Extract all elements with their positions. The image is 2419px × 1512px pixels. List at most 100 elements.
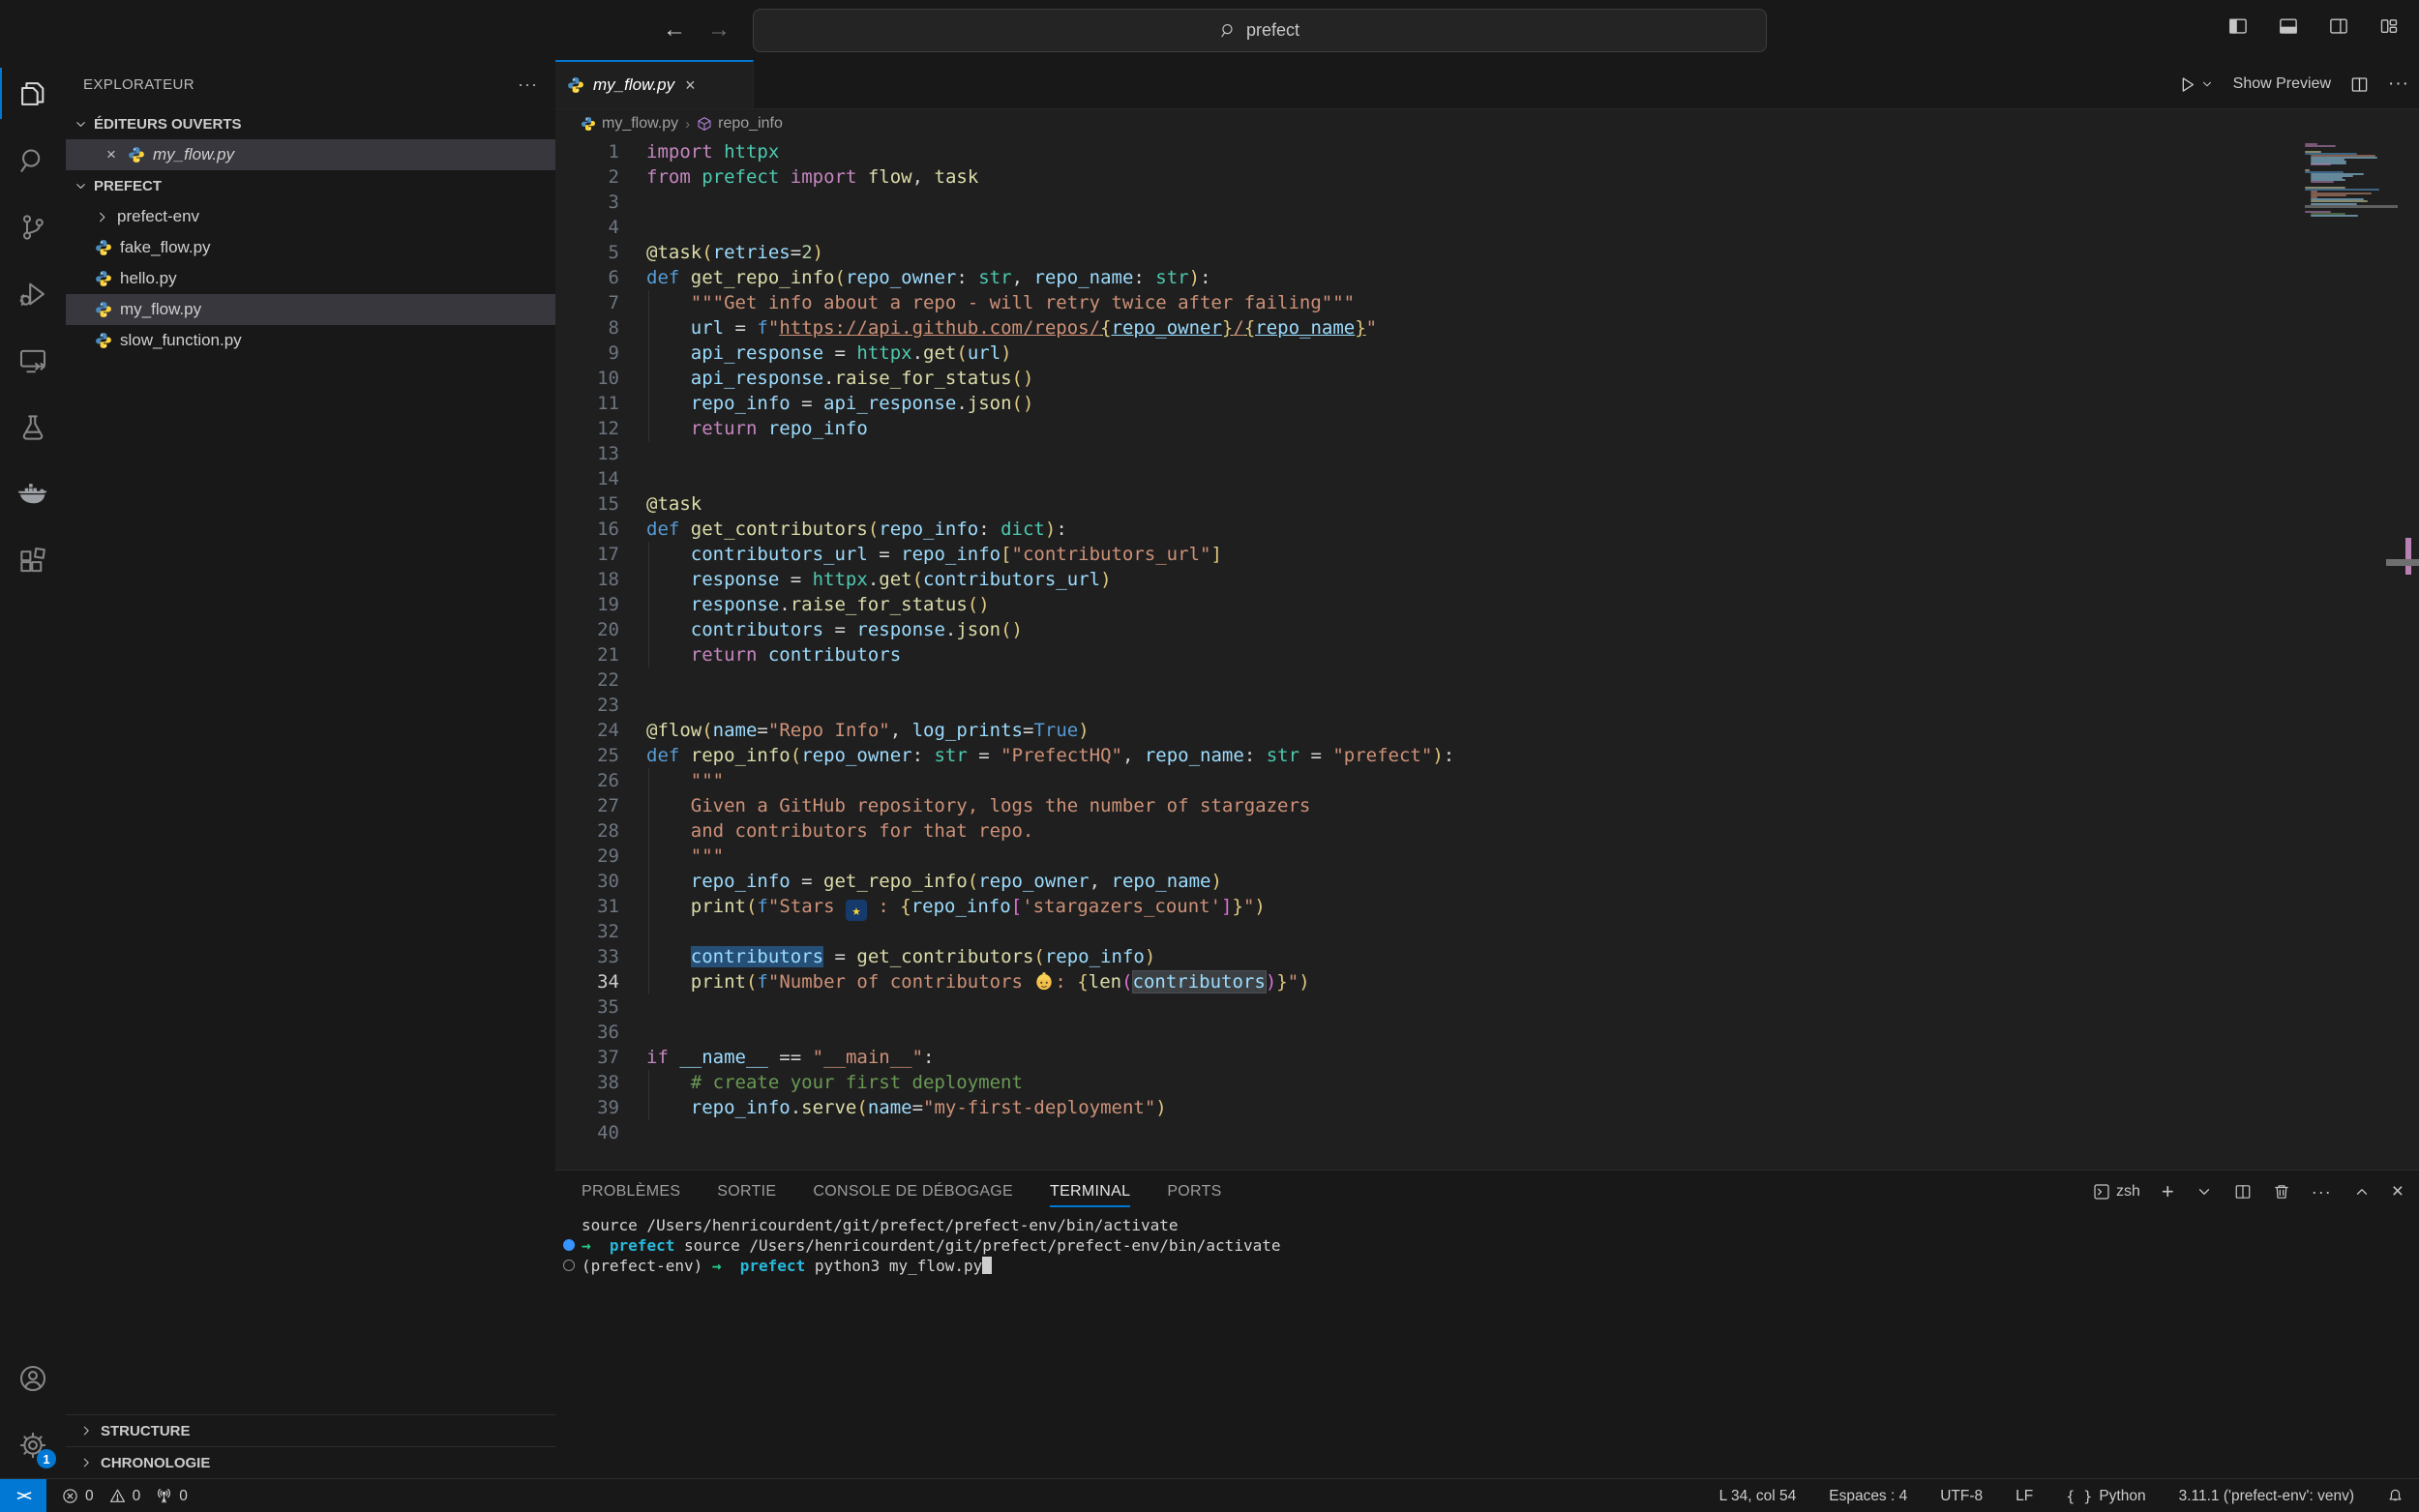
status-warn[interactable]: 0 xyxy=(109,1488,141,1505)
line-number[interactable]: 30 xyxy=(555,869,619,894)
line-number[interactable]: 18 xyxy=(555,567,619,592)
code-editor[interactable]: 1import httpx2from prefect import flow, … xyxy=(555,139,2419,1170)
line-number[interactable]: 17 xyxy=(555,542,619,567)
line-number[interactable]: 6 xyxy=(555,265,619,290)
tab-my_flow[interactable]: my_flow.py × xyxy=(555,60,754,108)
line-number[interactable]: 34 xyxy=(555,969,619,994)
panel-tab-sortie[interactable]: SORTIE xyxy=(717,1171,776,1213)
code-line-20[interactable]: 20 contributors = response.json() xyxy=(555,617,2419,642)
activity-search-icon[interactable] xyxy=(0,127,66,193)
kill-terminal-icon[interactable] xyxy=(2273,1183,2290,1201)
sidebar-more-icon[interactable]: ··· xyxy=(518,74,538,95)
line-number[interactable]: 23 xyxy=(555,693,619,718)
command-decoration[interactable] xyxy=(563,1260,575,1271)
line-number[interactable]: 38 xyxy=(555,1070,619,1095)
line-number[interactable]: 22 xyxy=(555,667,619,693)
line-number[interactable]: 39 xyxy=(555,1095,619,1120)
section-open-editors[interactable]: ÉDITEURS OUVERTS xyxy=(66,108,555,139)
section-project-prefect[interactable]: PREFECT xyxy=(66,170,555,201)
toggle-primary-sidebar-icon[interactable] xyxy=(2225,14,2251,39)
toggle-panel-icon[interactable] xyxy=(2276,14,2301,39)
code-line-25[interactable]: 25def repo_info(repo_owner: str = "Prefe… xyxy=(555,743,2419,768)
line-number[interactable]: 31 xyxy=(555,894,619,919)
panel-tab-terminal[interactable]: TERMINAL xyxy=(1050,1171,1130,1213)
remote-indicator[interactable]: >< xyxy=(0,1479,46,1512)
run-button[interactable] xyxy=(2178,75,2214,94)
line-number[interactable]: 7 xyxy=(555,290,619,315)
status-bell[interactable] xyxy=(2387,1488,2404,1504)
activity-source-control-icon[interactable] xyxy=(0,193,66,260)
activity-settings-icon[interactable]: 1 xyxy=(0,1411,66,1478)
section-chronologie[interactable]: CHRONOLOGIE xyxy=(66,1446,555,1478)
line-number[interactable]: 37 xyxy=(555,1045,619,1070)
line-number[interactable]: 33 xyxy=(555,944,619,969)
code-line-39[interactable]: 39 repo_info.serve(name="my-first-deploy… xyxy=(555,1095,2419,1120)
code-line-12[interactable]: 12 return repo_info xyxy=(555,416,2419,441)
status-espaces-4[interactable]: Espaces : 4 xyxy=(1829,1488,1907,1505)
customize-layout-icon[interactable] xyxy=(2376,14,2402,39)
tab-close-icon[interactable]: × xyxy=(685,75,696,96)
breadcrumb-repo_info[interactable]: repo_info xyxy=(697,115,783,133)
breadcrumb-my_flow.py[interactable]: my_flow.py xyxy=(581,115,678,133)
file-prefect-env[interactable]: prefect-env xyxy=(66,201,555,232)
code-line-21[interactable]: 21 return contributors xyxy=(555,642,2419,667)
code-line-7[interactable]: 7 """Get info about a repo - will retry … xyxy=(555,290,2419,315)
status-err[interactable]: 0 xyxy=(62,1488,94,1505)
new-terminal-icon[interactable]: + xyxy=(2162,1179,2174,1204)
code-line-27[interactable]: 27 Given a GitHub repository, logs the n… xyxy=(555,793,2419,818)
line-number[interactable]: 14 xyxy=(555,466,619,491)
code-line-26[interactable]: 26 """ xyxy=(555,768,2419,793)
command-decoration[interactable] xyxy=(563,1239,575,1251)
show-preview-button[interactable]: Show Preview xyxy=(2233,75,2331,93)
activity-account-icon[interactable] xyxy=(0,1345,66,1411)
code-line-29[interactable]: 29 """ xyxy=(555,844,2419,869)
code-line-23[interactable]: 23 xyxy=(555,693,2419,718)
line-number[interactable]: 29 xyxy=(555,844,619,869)
code-line-2[interactable]: 2from prefect import flow, task xyxy=(555,164,2419,190)
more-actions-icon[interactable]: ··· xyxy=(2388,74,2409,95)
line-number[interactable]: 20 xyxy=(555,617,619,642)
line-number[interactable]: 36 xyxy=(555,1020,619,1045)
status-tower[interactable]: 0 xyxy=(156,1488,188,1505)
line-number[interactable]: 9 xyxy=(555,341,619,366)
line-number[interactable]: 13 xyxy=(555,441,619,466)
code-line-37[interactable]: 37if __name__ == "__main__": xyxy=(555,1045,2419,1070)
line-number[interactable]: 4 xyxy=(555,215,619,240)
code-line-11[interactable]: 11 repo_info = api_response.json() xyxy=(555,391,2419,416)
code-line-16[interactable]: 16def get_contributors(repo_info: dict): xyxy=(555,517,2419,542)
code-line-1[interactable]: 1import httpx xyxy=(555,139,2419,164)
status-3-11-1-prefect-env-venv-[interactable]: 3.11.1 ('prefect-env': venv) xyxy=(2179,1488,2354,1505)
code-line-5[interactable]: 5@task(retries=2) xyxy=(555,240,2419,265)
line-number[interactable]: 27 xyxy=(555,793,619,818)
code-line-17[interactable]: 17 contributors_url = repo_info["contrib… xyxy=(555,542,2419,567)
line-number[interactable]: 12 xyxy=(555,416,619,441)
code-line-4[interactable]: 4 xyxy=(555,215,2419,240)
line-number[interactable]: 15 xyxy=(555,491,619,517)
nav-back-icon[interactable]: ← xyxy=(658,14,691,46)
code-line-30[interactable]: 30 repo_info = get_repo_info(repo_owner,… xyxy=(555,869,2419,894)
code-line-6[interactable]: 6def get_repo_info(repo_owner: str, repo… xyxy=(555,265,2419,290)
terminal-more-icon[interactable]: ··· xyxy=(2312,1182,2332,1202)
line-number[interactable]: 11 xyxy=(555,391,619,416)
code-line-28[interactable]: 28 and contributors for that repo. xyxy=(555,818,2419,844)
line-number[interactable]: 21 xyxy=(555,642,619,667)
line-number[interactable]: 25 xyxy=(555,743,619,768)
close-editor-icon[interactable]: × xyxy=(103,145,120,164)
file-fake_flow.py[interactable]: fake_flow.py xyxy=(66,232,555,263)
nav-forward-icon[interactable]: → xyxy=(702,14,735,46)
panel-tab-console de débogage[interactable]: CONSOLE DE DÉBOGAGE xyxy=(813,1171,1013,1213)
line-number[interactable]: 5 xyxy=(555,240,619,265)
line-number[interactable]: 10 xyxy=(555,366,619,391)
activity-explorer-icon[interactable] xyxy=(0,60,66,127)
code-line-10[interactable]: 10 api_response.raise_for_status() xyxy=(555,366,2419,391)
code-line-35[interactable]: 35 xyxy=(555,994,2419,1020)
file-hello.py[interactable]: hello.py xyxy=(66,263,555,294)
code-line-34[interactable]: 34 print(f"Number of contributors : {len… xyxy=(555,969,2419,994)
maximize-panel-icon[interactable] xyxy=(2353,1183,2371,1201)
panel-tab-problèmes[interactable]: PROBLÈMES xyxy=(582,1171,680,1213)
terminal[interactable]: source /Users/henricourdent/git/prefect/… xyxy=(555,1215,2419,1479)
toggle-secondary-sidebar-icon[interactable] xyxy=(2326,14,2351,39)
terminal-shell-icon[interactable]: zsh xyxy=(2093,1183,2140,1201)
split-editor-icon[interactable] xyxy=(2350,75,2369,94)
line-number[interactable]: 1 xyxy=(555,139,619,164)
